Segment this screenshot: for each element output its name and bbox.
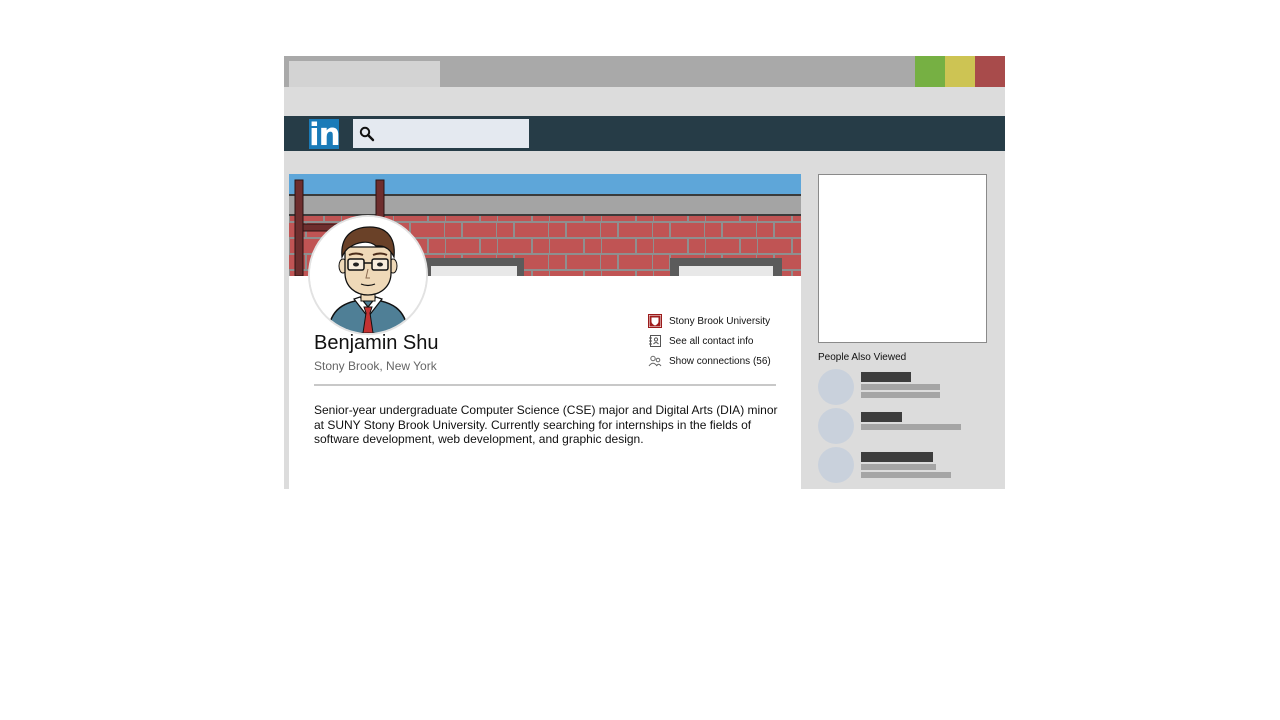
connections-label: Show connections (56) bbox=[669, 356, 771, 367]
profile-avatar[interactable] bbox=[310, 217, 426, 333]
person-name-placeholder bbox=[861, 452, 933, 462]
search-icon bbox=[359, 126, 375, 142]
browser-window: in Benjamin Shu Stony Brook, New York St… bbox=[284, 56, 1005, 489]
person-avatar bbox=[818, 408, 854, 444]
contact-card-icon bbox=[649, 335, 661, 347]
profile-card: Benjamin Shu Stony Brook, New York Stony… bbox=[289, 174, 801, 489]
person-name-placeholder bbox=[861, 412, 902, 422]
connections-icon bbox=[648, 355, 662, 367]
person-headline-placeholder bbox=[861, 464, 936, 470]
person-location-placeholder bbox=[861, 472, 951, 478]
person-headline-placeholder bbox=[861, 424, 961, 430]
person-location-placeholder bbox=[861, 392, 940, 398]
people-also-viewed-item[interactable] bbox=[818, 369, 988, 405]
person-avatar bbox=[818, 447, 854, 483]
address-bar[interactable] bbox=[284, 87, 1005, 116]
person-name-placeholder bbox=[861, 372, 911, 382]
profile-location: Stony Brook, New York bbox=[314, 359, 437, 373]
profile-divider bbox=[314, 384, 776, 386]
profile-summary: Senior-year undergraduate Computer Scien… bbox=[314, 403, 778, 447]
people-also-viewed-item[interactable] bbox=[818, 447, 988, 483]
maximize-button[interactable] bbox=[915, 56, 945, 87]
people-also-viewed-title: People Also Viewed bbox=[818, 352, 907, 363]
person-avatar bbox=[818, 369, 854, 405]
education-label: Stony Brook University bbox=[669, 316, 771, 327]
contact-info-label: See all contact info bbox=[669, 336, 754, 347]
avatar-illustration-icon bbox=[310, 217, 426, 333]
linkedin-logo[interactable]: in bbox=[309, 119, 341, 151]
site-navbar: in bbox=[284, 116, 1005, 151]
search-input[interactable] bbox=[353, 119, 529, 148]
people-also-viewed-item[interactable] bbox=[818, 408, 988, 444]
university-shield-icon bbox=[648, 314, 662, 328]
profile-name: Benjamin Shu bbox=[314, 332, 439, 354]
close-button[interactable] bbox=[975, 56, 1005, 87]
browser-tab[interactable] bbox=[289, 61, 440, 87]
sidebar-ad-box[interactable] bbox=[818, 174, 987, 343]
person-headline-placeholder bbox=[861, 384, 940, 390]
minimize-button[interactable] bbox=[945, 56, 975, 87]
title-bar bbox=[284, 56, 1005, 87]
